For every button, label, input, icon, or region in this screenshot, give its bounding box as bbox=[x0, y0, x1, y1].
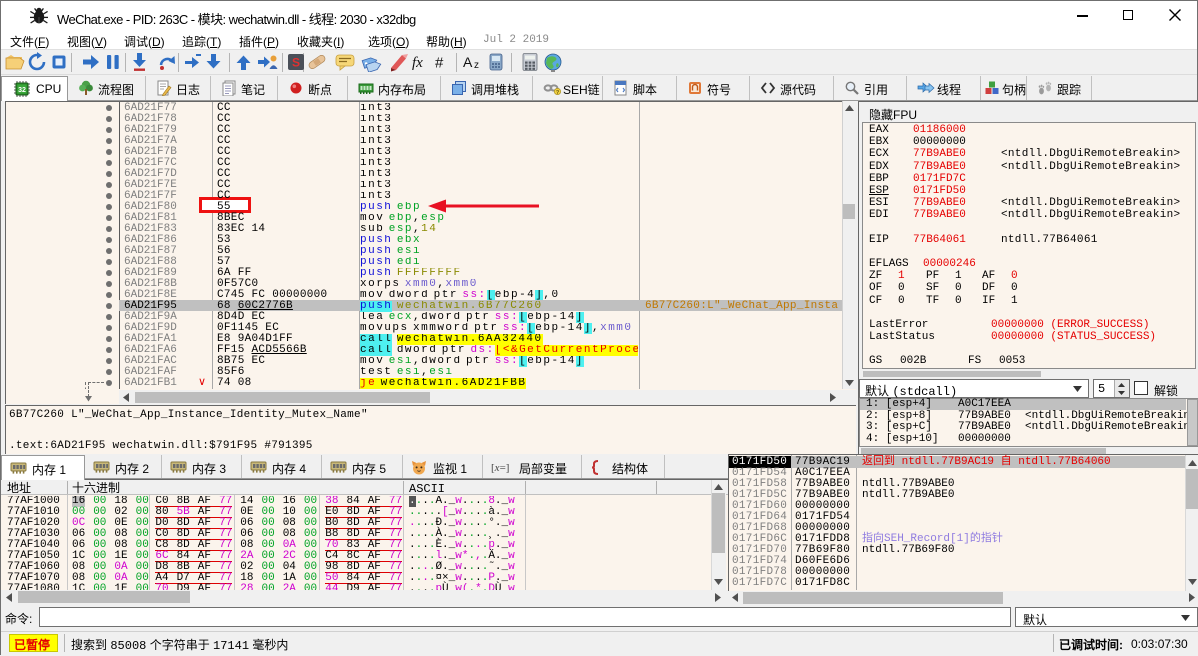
svg-text:[x=]: [x=] bbox=[491, 462, 509, 473]
svg-text:#: # bbox=[435, 55, 444, 72]
svg-text:z: z bbox=[474, 60, 479, 71]
svg-text:S: S bbox=[292, 56, 300, 70]
svg-text:32: 32 bbox=[18, 87, 26, 94]
svg-text:A: A bbox=[463, 54, 473, 70]
svg-text:fx: fx bbox=[412, 55, 423, 71]
